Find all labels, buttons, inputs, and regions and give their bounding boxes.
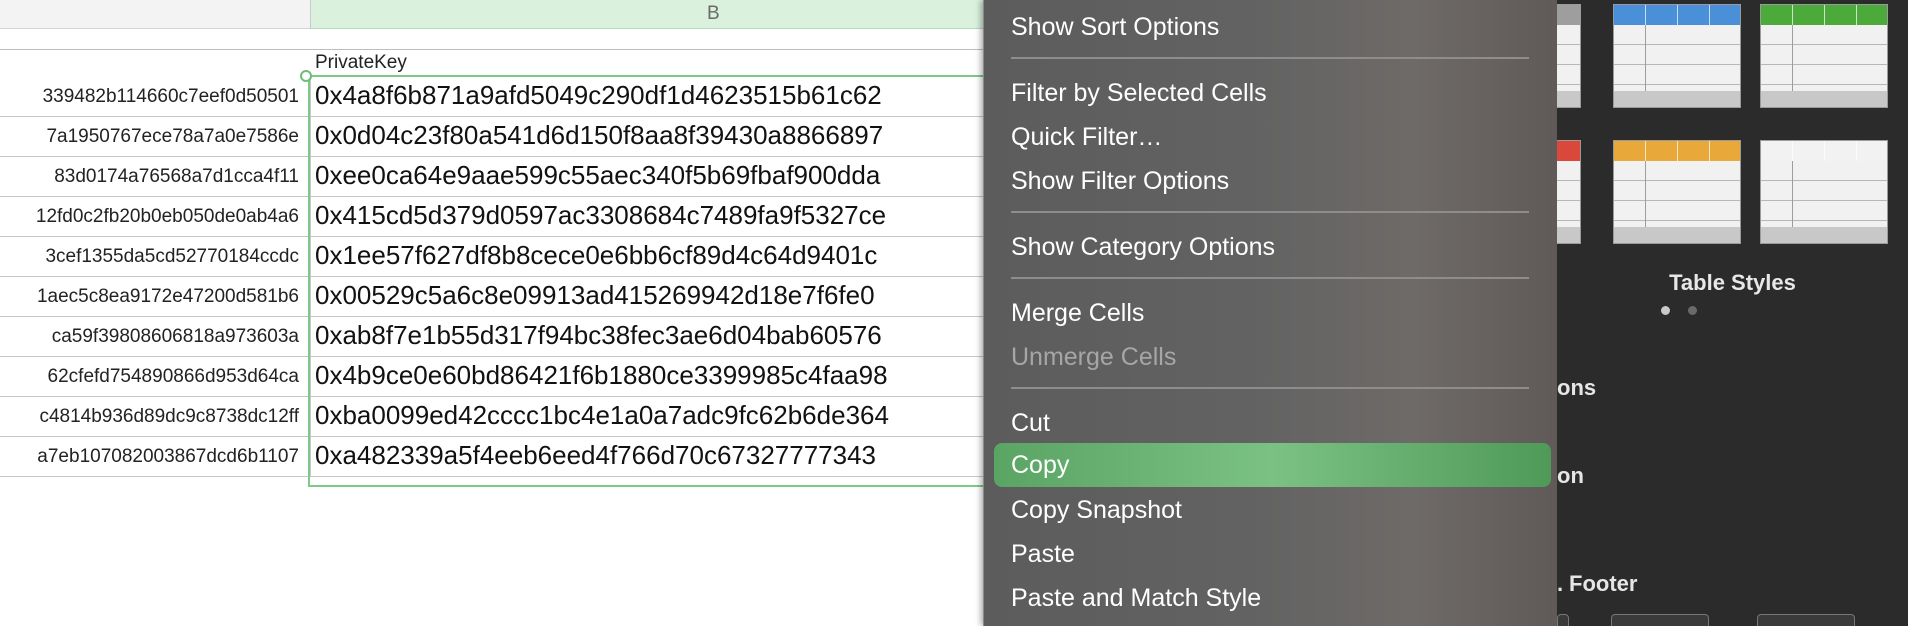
menu-item-paste[interactable]: Paste <box>1011 532 1075 576</box>
table-row: 1aec5c8ea9172e47200d581b6 0x00529c5a6c8e0… <box>0 277 983 317</box>
footer-rows-stepper[interactable] <box>1611 614 1709 626</box>
table-style-thumbnail[interactable] <box>1557 4 1581 108</box>
table-row: 62cfefd754890866d953d64ca 0x4b9ce0e60bd86… <box>0 357 983 397</box>
menu-item-merge-cells[interactable]: Merge Cells <box>1011 291 1144 335</box>
cell-column-a[interactable]: 7a1950767ece78a7a0e7586e <box>0 117 303 156</box>
table-row: ca59f39808606818a973603a 0xab8f7e1b55d317… <box>0 317 983 357</box>
cell-column-a-value: 339482b114660c7eef0d50501 <box>42 86 299 107</box>
cell-column-a-value: 62cfefd754890866d953d64ca <box>47 366 299 387</box>
menu-item-copy-highlight[interactable] <box>994 443 1551 487</box>
cell-column-a[interactable]: 3cef1355da5cd52770184ccdc <box>0 237 303 276</box>
table-row: 3cef1355da5cd52770184ccdc 0x1ee57f627df8b… <box>0 237 983 277</box>
table-row: 83d0174a76568a7d1cca4f11 0xee0ca64e9aae59… <box>0 157 983 197</box>
cell-column-a-value: 7a1950767ece78a7a0e7586e <box>46 126 299 147</box>
menu-item-paste-and-match-style[interactable]: Paste and Match Style <box>1011 576 1261 620</box>
table-body: 339482b114660c7eef0d50501 0x4a8f6b871a9af… <box>0 77 983 477</box>
cell-column-a-value: ca59f39808606818a973603a <box>51 326 299 347</box>
menu-item-filter-by-selected-cells[interactable]: Filter by Selected Cells <box>1011 71 1267 115</box>
stepper-stub[interactable] <box>1557 614 1569 626</box>
context-menu: Show Sort Options Filter by Selected Cel… <box>983 0 1558 626</box>
cell-column-a[interactable]: 12fd0c2fb20b0eb050de0ab4a6 <box>0 197 303 236</box>
cell-privatekey[interactable]: 0xee0ca64e9aae599c55aec340f5b69fbaf900dd… <box>310 157 983 196</box>
table-style-header-dividers <box>1557 5 1580 25</box>
cell-column-a[interactable]: 339482b114660c7eef0d50501 <box>0 77 303 116</box>
table-style-thumbnail[interactable] <box>1613 140 1741 244</box>
menu-item-unmerge-cells: Unmerge Cells <box>1011 343 1177 371</box>
column-header-a[interactable] <box>0 0 310 29</box>
cell-privatekey[interactable]: 0xba0099ed42cccc1bc4e1a0a7adc9fc62b6de36… <box>310 397 983 436</box>
table-style-thumbnail[interactable] <box>1760 140 1888 244</box>
footer-columns-stepper[interactable] <box>1757 614 1855 626</box>
cell-column-a-value: 12fd0c2fb20b0eb050de0ab4a6 <box>35 206 299 227</box>
table-style-thumbnail[interactable] <box>1760 4 1888 108</box>
table-style-footer <box>1614 91 1740 107</box>
table-style-footer <box>1761 91 1887 107</box>
column-header-b[interactable]: B <box>310 0 983 29</box>
table-style-thumbnail[interactable] <box>1613 4 1741 108</box>
spreadsheet-canvas[interactable]: B PrivateKey 339482b114660c7eef0d50501 0x… <box>0 0 983 626</box>
format-sidebar: Table Styles ons on Footer . <box>1557 0 1908 626</box>
table-style-footer <box>1557 91 1580 107</box>
cell-column-a-value: c4814b936d89dc9c8738dc12ff <box>39 406 299 427</box>
menu-item-show-sort-options[interactable]: Show Sort Options <box>1011 5 1219 49</box>
menu-item-copy-snapshot[interactable]: Copy Snapshot <box>1011 488 1182 532</box>
page-dot-inactive[interactable] <box>1688 306 1697 315</box>
footer-label-fragment: Footer <box>1569 571 1638 596</box>
header-row-divider <box>0 49 983 50</box>
cell-privatekey[interactable]: 0x4a8f6b871a9afd5049c290df1d4623515b61c6… <box>310 77 983 116</box>
cell-column-a[interactable]: 83d0174a76568a7d1cca4f11 <box>0 157 303 196</box>
table-style-thumbnail[interactable] <box>1557 140 1581 244</box>
table-style-header-dividers <box>1761 5 1887 25</box>
table-style-header-dividers <box>1614 5 1740 25</box>
menu-item-cut[interactable]: Cut <box>1011 401 1050 445</box>
header-cell-privatekey[interactable]: PrivateKey <box>315 52 407 74</box>
cell-privatekey[interactable]: 0xa482339a5f4eeb6eed4f766d70c67327777343 <box>310 437 983 476</box>
table-style-header-dividers <box>1557 141 1580 161</box>
cell-privatekey[interactable]: 0x0d04c23f80a541d6d150f8aa8f39430a886689… <box>310 117 983 156</box>
column-header-b-label: B <box>707 3 720 24</box>
cell-column-a-value: 3cef1355da5cd52770184ccdc <box>45 246 299 267</box>
footer-label-prefix: . <box>1557 571 1564 596</box>
cell-privatekey[interactable]: 0x415cd5d379d0597ac3308684c7489fa9f5327c… <box>310 197 983 236</box>
cell-column-a[interactable]: a7eb107082003867dcd6b1107 <box>0 437 303 476</box>
cell-column-a[interactable]: 1aec5c8ea9172e47200d581b6 <box>0 277 303 316</box>
table-style-footer <box>1557 227 1580 243</box>
cell-privatekey[interactable]: 0x1ee57f627df8b8cece0e6bb6cf89d4c64d9401… <box>310 237 983 276</box>
option-label-fragment: on <box>1557 463 1584 488</box>
cell-privatekey[interactable]: 0x4b9ce0e60bd86421f6b1880ce3399985c4faa9… <box>310 357 983 396</box>
menu-item-show-category-options[interactable]: Show Category Options <box>1011 225 1275 269</box>
menu-item-copy[interactable]: Copy <box>1011 443 1069 487</box>
table-row: 7a1950767ece78a7a0e7586e 0x0d04c23f80a541… <box>0 117 983 157</box>
cell-column-a[interactable]: c4814b936d89dc9c8738dc12ff <box>0 397 303 436</box>
table-style-footer <box>1614 227 1740 243</box>
selection-handle[interactable] <box>300 70 312 82</box>
table-style-header-dividers <box>1761 141 1887 161</box>
cell-column-a-value: 1aec5c8ea9172e47200d581b6 <box>36 286 299 307</box>
table-style-footer <box>1761 227 1887 243</box>
menu-item-show-filter-options[interactable]: Show Filter Options <box>1011 159 1229 203</box>
table-row: c4814b936d89dc9c8738dc12ff 0xba0099ed42cc… <box>0 397 983 437</box>
menu-separator <box>1011 211 1529 213</box>
cell-column-a[interactable]: ca59f39808606818a973603a <box>0 317 303 356</box>
menu-item-quick-filter[interactable]: Quick Filter… <box>1011 115 1162 159</box>
table-row: 339482b114660c7eef0d50501 0x4a8f6b871a9af… <box>0 77 983 117</box>
cell-privatekey[interactable]: 0xab8f7e1b55d317f94bc38fec3ae6d04bab6057… <box>310 317 983 356</box>
table-row: a7eb107082003867dcd6b1107 0xa482339a5f4ee… <box>0 437 983 477</box>
page-dot-active[interactable] <box>1661 306 1670 315</box>
menu-separator <box>1011 277 1529 279</box>
table-styles-title: Table Styles <box>1669 270 1796 295</box>
cell-privatekey[interactable]: 0x00529c5a6c8e09913ad415269942d18e7f6fe0 <box>310 277 983 316</box>
menu-separator <box>1011 387 1529 389</box>
cell-column-a-value: 83d0174a76568a7d1cca4f11 <box>54 166 299 187</box>
cell-column-a[interactable]: 62cfefd754890866d953d64ca <box>0 357 303 396</box>
table-style-header-dividers <box>1614 141 1740 161</box>
menu-separator <box>1011 57 1529 59</box>
table-row: 12fd0c2fb20b0eb050de0ab4a6 0x415cd5d379d0… <box>0 197 983 237</box>
cell-column-a-value: a7eb107082003867dcd6b1107 <box>37 446 299 467</box>
options-label-fragment: ons <box>1557 375 1597 400</box>
